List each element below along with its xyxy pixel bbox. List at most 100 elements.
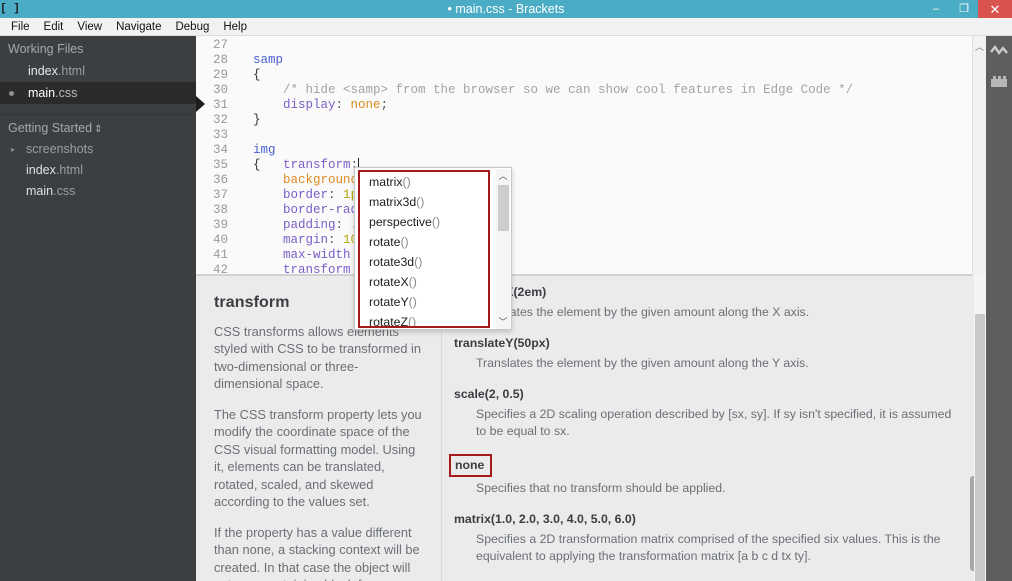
code-line[interactable]: 37 border: 1p [196, 188, 1012, 203]
chevron-right-icon[interactable]: ▸ [11, 139, 15, 160]
folder-name: screenshots [26, 142, 94, 156]
docs-value-definition: Specifies that no transform should be ap… [476, 481, 726, 495]
docs-value-term-highlighted: none [449, 454, 493, 477]
code-line[interactable]: 40 margin: 10 [196, 233, 1012, 248]
quick-docs-paragraph: The CSS transform property lets you modi… [214, 406, 422, 510]
minimize-button[interactable]: – [922, 0, 950, 18]
docs-value-entry: translateY(50px) Translates the element b… [454, 321, 952, 372]
autocomplete-popup[interactable]: matrix() matrix3d() perspective() rotate() r… [354, 167, 512, 330]
line-number: 27 [212, 38, 228, 52]
tree-item-main-css[interactable]: main.css [0, 181, 196, 202]
code-token: transform [283, 158, 351, 172]
quick-docs-values-list: translateX(2em)Translates the element by… [442, 276, 986, 581]
code-token: display [283, 98, 336, 112]
menu-help[interactable]: Help [216, 18, 254, 36]
autocomplete-item[interactable]: matrix3d() [360, 192, 488, 212]
close-button[interactable]: ✕ [978, 0, 1012, 18]
code-line[interactable]: 38 border-rad [196, 203, 1012, 218]
docs-value-definition: Specifies a 2D transformation matrix com… [476, 532, 941, 563]
menu-file[interactable]: File [4, 18, 37, 36]
autocomplete-item[interactable]: rotateZ() [360, 312, 488, 326]
code-token: : [335, 98, 351, 112]
autocomplete-scroll-thumb[interactable] [498, 185, 509, 231]
code-editor[interactable]: 27 28 samp 29 {30 /* hide <samp> from the … [196, 36, 1012, 276]
extension-manager-icon[interactable] [986, 66, 1012, 96]
autocomplete-item-parens: () [414, 255, 423, 269]
maximize-button[interactable]: ❐ [950, 0, 978, 18]
menu-view[interactable]: View [70, 18, 109, 36]
docs-value-definition: Translates the element by the given amou… [476, 356, 809, 370]
code-token: img [253, 143, 276, 157]
tree-item-index-html[interactable]: index.html [0, 160, 196, 181]
code-token: : [328, 188, 344, 202]
code-line[interactable]: 29 { [196, 68, 1012, 83]
code-line[interactable]: 28 samp [196, 53, 1012, 68]
sidebar-spacer [0, 104, 196, 114]
code-line[interactable]: 36 background( [196, 173, 1012, 188]
docs-value-term: scale(2, 0.5) [454, 387, 524, 401]
code-line[interactable]: 35 { transform: [196, 158, 1012, 173]
autocomplete-item[interactable]: perspective() [360, 212, 488, 232]
docs-outer-scrollbar-thumb[interactable] [975, 314, 985, 581]
line-number: 35 [212, 158, 228, 172]
autocomplete-item[interactable]: matrix() [360, 172, 488, 192]
code-line[interactable]: 41 max-width [196, 248, 1012, 263]
autocomplete-item-parens: () [408, 295, 417, 309]
autocomplete-item-parens: () [416, 195, 425, 209]
code-line[interactable]: 39 padding: . [196, 218, 1012, 233]
code-line[interactable]: 32 } [196, 113, 1012, 128]
project-header[interactable]: Getting Started ⇕ [0, 115, 196, 139]
chevron-up-icon[interactable]: ︿ [975, 40, 984, 276]
menubar: File Edit View Navigate Debug Help [0, 18, 1012, 36]
quick-docs-paragraph: If the property has a value different th… [214, 524, 420, 581]
code-token: { [253, 158, 261, 172]
autocomplete-item[interactable]: rotate() [360, 232, 488, 252]
code-token: /* hide <samp> from the browser so we ca… [238, 83, 854, 97]
code-line[interactable]: 27 [196, 38, 1012, 53]
editor-scroll-strip[interactable]: ︿ [972, 36, 986, 276]
docs-value-entry: none Specifies that no transform should b… [449, 440, 952, 497]
code-token: samp [253, 53, 284, 67]
code-token: background [283, 173, 359, 187]
autocomplete-item-parens: () [402, 175, 411, 189]
code-token: none [350, 98, 381, 112]
working-file-main-css[interactable]: main.css [0, 82, 196, 104]
file-basename: index [26, 163, 56, 177]
docs-value-entry: matrix(1.0, 2.0, 3.0, 4.0, 5.0, 6.0) Spec… [454, 497, 952, 565]
sidebar: Working Files index.html main.css Gettin… [0, 36, 196, 581]
scroll-up-arrow-icon[interactable]: ︿ [496, 169, 510, 183]
scroll-down-arrow-icon[interactable]: ﹀ [496, 315, 510, 329]
autocomplete-item[interactable]: rotateX() [360, 272, 488, 292]
autocomplete-list[interactable]: matrix() matrix3d() perspective() rotate() r… [358, 170, 490, 328]
code-line[interactable]: 33 [196, 128, 1012, 143]
menu-navigate[interactable]: Navigate [109, 18, 168, 36]
code-line[interactable]: 31 display: none; [196, 98, 1012, 113]
autocomplete-item-label: rotate3d [369, 255, 415, 269]
tree-item-screenshots[interactable]: ▸ screenshots [0, 139, 196, 160]
code-line[interactable]: 34 img [196, 143, 1012, 158]
docs-value-term: matrix(1.0, 2.0, 3.0, 4.0, 5.0, 6.0) [454, 512, 636, 526]
window-buttons: – ❐ ✕ [922, 0, 1012, 18]
file-basename: index [28, 64, 58, 78]
autocomplete-item[interactable]: rotate3d() [360, 252, 488, 272]
code-line[interactable]: 30 /* hide <samp> from the browser so we… [196, 83, 1012, 98]
autocomplete-scrollbar[interactable]: ︿ ﹀ [496, 169, 510, 329]
menu-debug[interactable]: Debug [168, 18, 216, 36]
working-file-index-html[interactable]: index.html [0, 60, 196, 82]
code-lines[interactable]: 27 28 samp 29 {30 /* hide <samp> from the … [196, 36, 1012, 276]
live-preview-icon[interactable] [986, 36, 1012, 66]
project-sort-icon[interactable]: ⇕ [94, 124, 102, 135]
menu-edit[interactable]: Edit [37, 18, 71, 36]
autocomplete-item[interactable]: rotateY() [360, 292, 488, 312]
line-number: 29 [212, 68, 228, 82]
